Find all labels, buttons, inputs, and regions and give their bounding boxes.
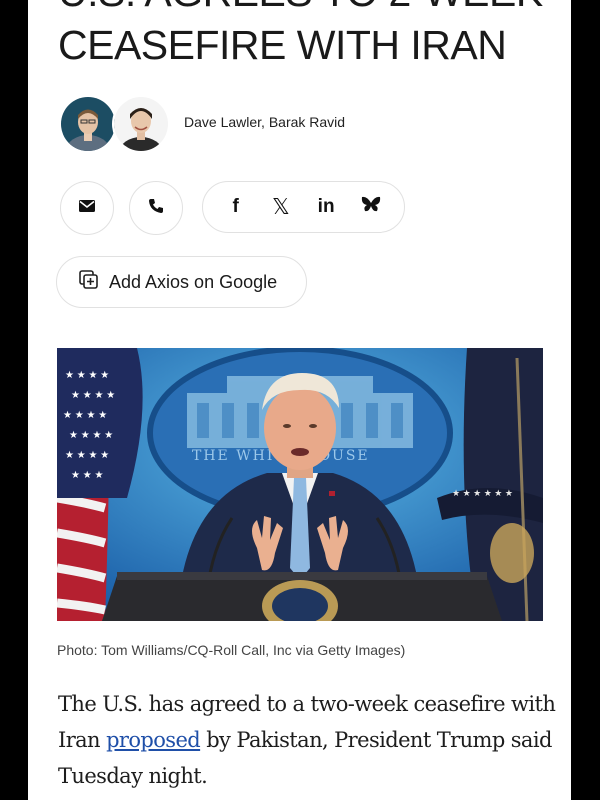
facebook-share-button[interactable]: f (221, 196, 251, 218)
headline-line-2: CEASEFIRE WITH IRAN (58, 22, 507, 68)
author-avatar-dave-lawler[interactable] (59, 95, 117, 153)
svg-text:★ ★ ★ ★: ★ ★ ★ ★ (65, 450, 109, 461)
author-avatar-barak-ravid[interactable] (112, 95, 170, 153)
hero-photo[interactable]: THE WHITE HOUSE ★ ★ ★ ★ ★ ★ ★ ★ ★ ★ ★ ★ ★ … (57, 348, 543, 621)
headline-line-1: U.S. AGREES TO 2-WEEK (58, 0, 543, 14)
photo-caption: Photo: Tom Williams/CQ-Roll Call, Inc vi… (57, 642, 406, 658)
x-share-button[interactable]: 𝕏 (266, 194, 296, 220)
envelope-icon (79, 199, 95, 217)
linkedin-share-button[interactable]: in (311, 196, 341, 218)
phone-share-button[interactable] (129, 181, 183, 235)
svg-text:★ ★ ★ ★: ★ ★ ★ ★ (71, 390, 115, 401)
phone-icon (148, 198, 164, 219)
author-names[interactable]: Dave Lawler, Barak Ravid (184, 114, 345, 130)
proposed-link[interactable]: proposed (106, 728, 201, 752)
bluesky-share-button[interactable] (356, 195, 386, 219)
svg-text:★ ★ ★ ★: ★ ★ ★ ★ (65, 370, 109, 381)
butterfly-icon (362, 196, 381, 212)
add-axios-on-google-button[interactable]: Add Axios on Google (56, 256, 307, 308)
add-axios-label: Add Axios on Google (109, 271, 278, 292)
svg-text:★ ★ ★ ★ ★ ★: ★ ★ ★ ★ ★ ★ (452, 488, 513, 498)
email-share-button[interactable] (60, 181, 114, 235)
article-lead-paragraph: The U.S. has agreed to a two-week ceasef… (58, 686, 558, 794)
svg-text:★ ★ ★ ★: ★ ★ ★ ★ (69, 430, 113, 441)
add-source-icon (79, 269, 99, 295)
svg-text:★ ★ ★ ★: ★ ★ ★ ★ (63, 410, 107, 421)
svg-text:★ ★ ★: ★ ★ ★ (71, 470, 103, 481)
article-page: U.S. AGREES TO 2-WEEK CEASEFIRE WITH IRA… (28, 0, 571, 800)
social-share-group: f 𝕏 in (202, 181, 405, 233)
